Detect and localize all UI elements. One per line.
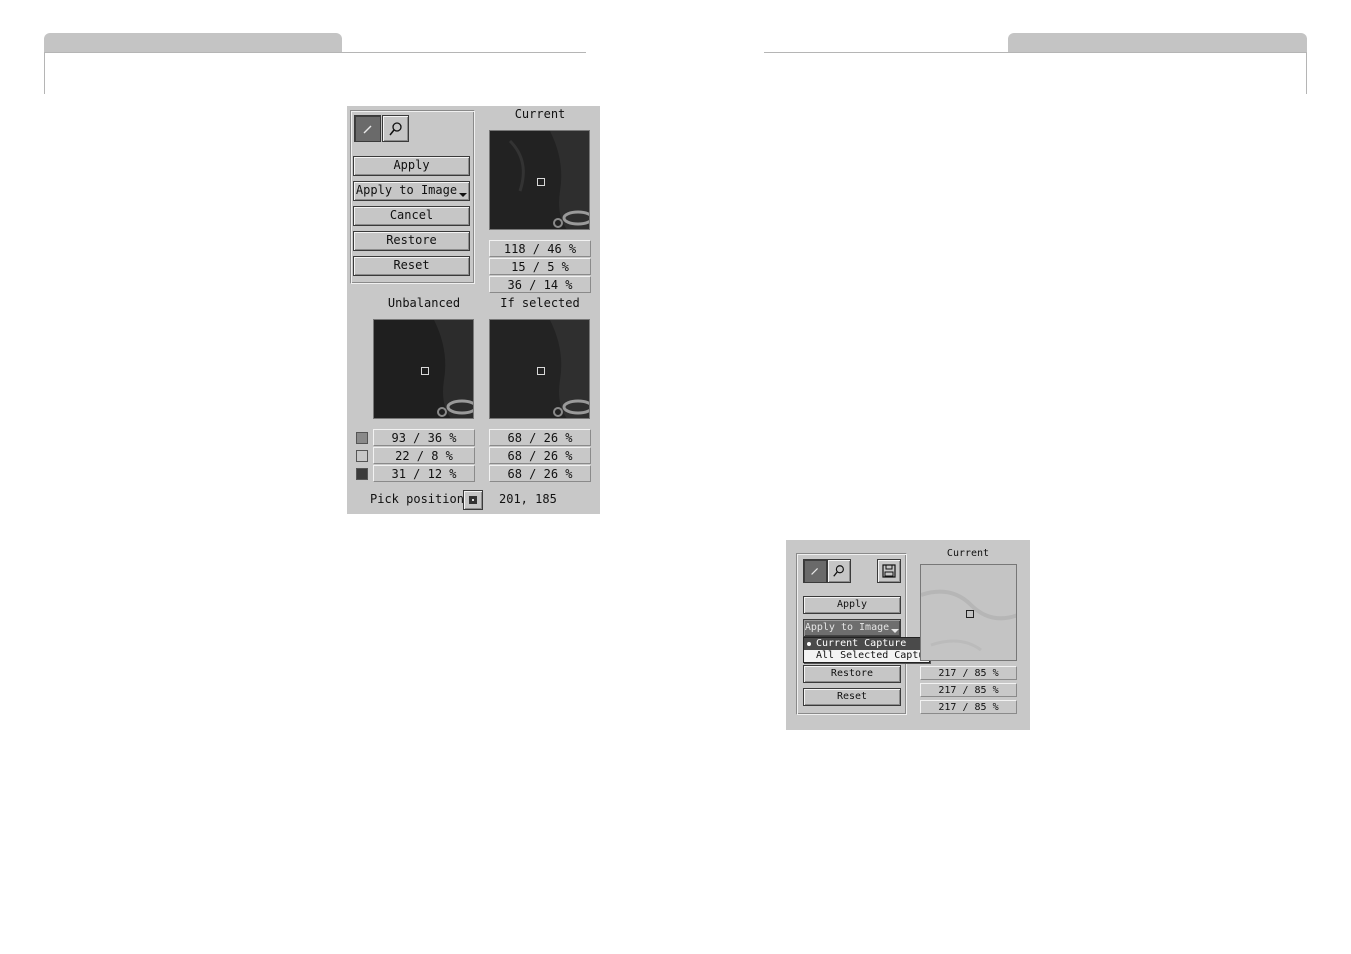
header-tab-left — [44, 33, 342, 53]
neutral-balance-panel-menu: Apply Apply to Image Current Capture All… — [786, 540, 1030, 730]
current-label: Current — [514, 107, 566, 121]
apply-button[interactable]: Apply — [353, 156, 470, 176]
unbalanced-value-3: 31 / 12 % — [373, 465, 475, 482]
eyedropper-tool[interactable] — [803, 559, 827, 583]
header-rule-left — [44, 52, 586, 53]
menu-item-label: Current Capture — [816, 638, 907, 649]
crosshair-icon — [469, 496, 477, 504]
header-rule-right — [764, 52, 1307, 53]
magnifier-icon — [388, 121, 402, 135]
apply-to-image-menu: Current Capture All Selected Captures — [803, 637, 942, 663]
apply-to-image-button[interactable]: Apply to Image — [353, 181, 470, 201]
apply-to-image-button[interactable]: Apply to Image — [803, 619, 901, 637]
restore-button[interactable]: Restore — [353, 231, 470, 251]
neutral-balance-panel: Apply Apply to Image Cancel Restore Rese… — [347, 106, 600, 514]
dropdown-arrow-icon — [891, 629, 900, 633]
current-value-1: 217 / 85 % — [920, 666, 1017, 680]
menu-item-all-selected-captures[interactable]: All Selected Captures — [804, 650, 942, 662]
selected-bullet-icon — [807, 642, 811, 646]
reset-button[interactable]: Reset — [803, 688, 901, 706]
current-value-2: 15 / 5 % — [489, 258, 591, 275]
pick-marker — [537, 178, 545, 186]
eyedropper-icon — [811, 568, 818, 575]
menu-item-current-capture[interactable]: Current Capture — [804, 638, 929, 650]
current-value-3: 36 / 14 % — [489, 276, 591, 293]
if-selected-value-1: 68 / 26 % — [489, 429, 591, 446]
save-button[interactable] — [877, 559, 901, 583]
header-tab-right — [1008, 33, 1307, 53]
channel-swatch-1 — [356, 432, 368, 444]
unbalanced-preview — [373, 319, 474, 419]
pick-position-button[interactable] — [463, 490, 483, 510]
eyedropper-icon — [363, 125, 371, 133]
if-selected-label: If selected — [500, 296, 580, 310]
pick-position-value: 201, 185 — [499, 492, 557, 506]
pick-marker — [537, 367, 545, 375]
current-value-3: 217 / 85 % — [920, 700, 1017, 714]
restore-button[interactable]: Restore — [803, 665, 901, 683]
header-edge-left — [44, 52, 45, 94]
dropdown-arrow-icon — [459, 193, 468, 197]
apply-to-image-label: Apply to Image — [804, 622, 890, 633]
pick-position-label: Pick position: — [370, 492, 472, 506]
apply-to-image-label: Apply to Image — [355, 183, 458, 197]
current-label: Current — [946, 548, 990, 559]
if-selected-preview — [489, 319, 590, 419]
floppy-disk-icon — [882, 564, 896, 578]
if-selected-value-2: 68 / 26 % — [489, 447, 591, 464]
magnifier-tool[interactable] — [382, 115, 409, 142]
header-edge-right — [1306, 52, 1307, 94]
current-preview — [920, 564, 1017, 661]
if-selected-value-3: 68 / 26 % — [489, 465, 591, 482]
cancel-button[interactable]: Cancel — [353, 206, 470, 226]
channel-swatch-3 — [356, 468, 368, 480]
current-value-1: 118 / 46 % — [489, 240, 591, 257]
pick-marker — [966, 610, 974, 618]
magnifier-tool[interactable] — [827, 559, 851, 583]
magnifier-icon — [833, 565, 844, 577]
pick-marker — [421, 367, 429, 375]
current-preview — [489, 130, 590, 230]
reset-button[interactable]: Reset — [353, 256, 470, 276]
eyedropper-tool[interactable] — [354, 115, 381, 142]
unbalanced-value-2: 22 / 8 % — [373, 447, 475, 464]
unbalanced-value-1: 93 / 36 % — [373, 429, 475, 446]
channel-swatch-2 — [356, 450, 368, 462]
current-value-2: 217 / 85 % — [920, 683, 1017, 697]
apply-button[interactable]: Apply — [803, 596, 901, 614]
unbalanced-label: Unbalanced — [387, 296, 461, 310]
